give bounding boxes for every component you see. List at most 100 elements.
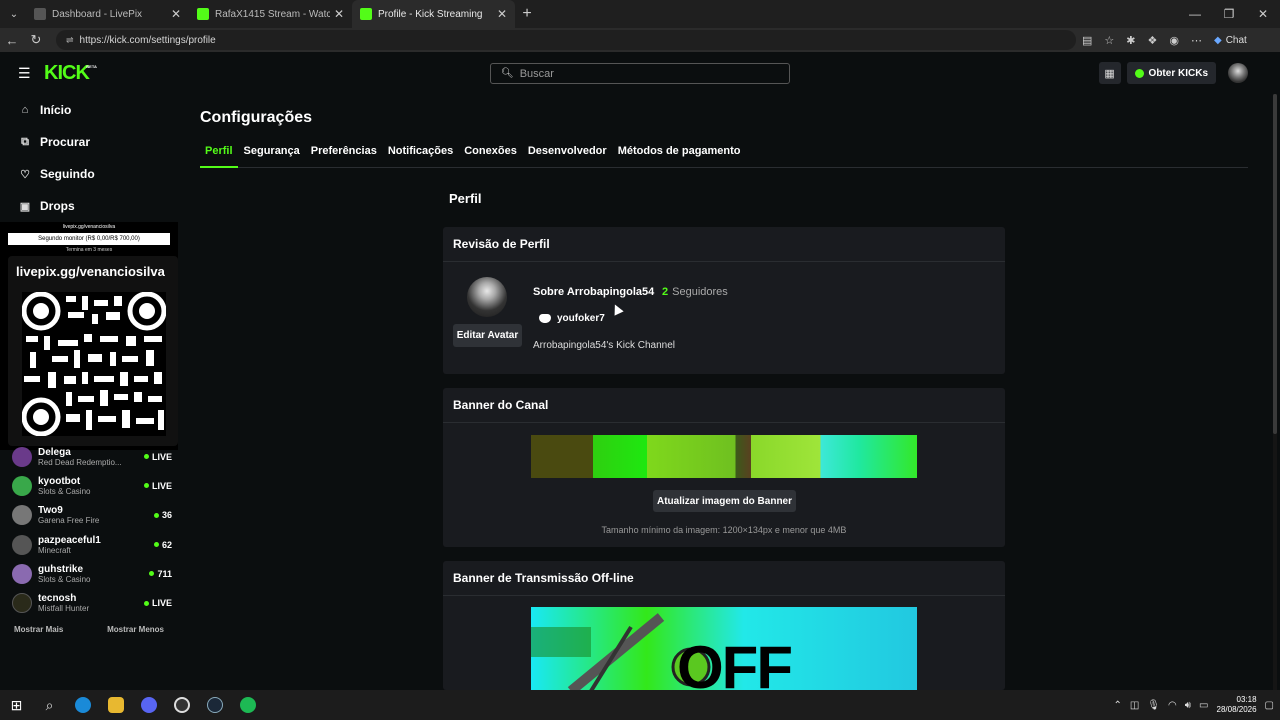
kicks-coin-icon bbox=[1134, 68, 1144, 78]
followers-count: 2 Seguidores bbox=[662, 286, 728, 298]
live-dot-icon bbox=[149, 571, 155, 577]
more-dots-icon[interactable]: ⋯ bbox=[1191, 34, 1202, 47]
kick-favicon-icon bbox=[197, 8, 209, 20]
edit-avatar-button[interactable]: Editar Avatar bbox=[453, 324, 522, 347]
back-arrow-icon[interactable]: ← bbox=[0, 33, 24, 48]
battery-icon[interactable]: ▭ bbox=[1199, 700, 1208, 711]
discord-app-icon[interactable] bbox=[132, 690, 165, 720]
notifications-icon[interactable]: ▢ bbox=[1265, 700, 1274, 711]
windows-start-icon[interactable]: ⊞ bbox=[0, 690, 33, 720]
tab-list-chevron-icon[interactable]: ⌄ bbox=[2, 3, 26, 25]
tab-security[interactable]: Segurança bbox=[239, 142, 305, 168]
clock-date: 28/08/2026 bbox=[1216, 705, 1257, 714]
close-window-icon[interactable]: ✕ bbox=[1246, 0, 1280, 28]
list-item[interactable]: tecnosh Mistfall Hunter LIVE bbox=[12, 588, 172, 617]
close-tab-icon[interactable]: ✕ bbox=[171, 7, 181, 21]
live-status: LIVE bbox=[143, 451, 172, 462]
live-status: LIVE bbox=[143, 598, 172, 608]
collections-icon[interactable]: ❖ bbox=[1148, 34, 1158, 47]
channel-avatar bbox=[12, 534, 32, 555]
show-less-link[interactable]: Mostrar Menos bbox=[107, 625, 164, 634]
maximize-icon[interactable]: ❐ bbox=[1212, 0, 1246, 28]
dashboard-icon[interactable]: ▦ bbox=[1098, 62, 1121, 84]
tray-chevron-icon[interactable]: ⌃ bbox=[1113, 700, 1121, 711]
file-explorer-icon[interactable] bbox=[99, 690, 132, 720]
edge-app-icon[interactable] bbox=[66, 690, 99, 720]
list-item[interactable]: guhstrike Slots & Casino 711 bbox=[12, 559, 172, 588]
browser-tab-livepix[interactable]: Dashboard - LivePix ✕ bbox=[26, 0, 189, 28]
minimize-icon[interactable]: — bbox=[1178, 0, 1212, 28]
windows-taskbar: ⊞ ⌕ ⌃ ◫ 🎙︎ ◠ 🔊︎ ▭ 03:18 28/08/2026 ▢ bbox=[0, 690, 1280, 720]
url-field[interactable]: ⇌ https://kick.com/settings/profile bbox=[56, 30, 1076, 50]
search-icon[interactable]: ⌕ bbox=[33, 690, 66, 720]
tab-connections[interactable]: Conexões bbox=[459, 142, 522, 168]
list-item[interactable]: Two9 Garena Free Fire 36 bbox=[12, 501, 172, 530]
get-kicks-button[interactable]: Obter KICKs bbox=[1126, 62, 1216, 84]
sidebar-item-browse[interactable]: ⧉ Procurar bbox=[0, 126, 178, 158]
section-title: Perfil bbox=[449, 191, 482, 206]
discord-link[interactable]: youfoker7 bbox=[539, 313, 605, 324]
channel-name: Two9 bbox=[38, 505, 63, 517]
list-item[interactable]: Delega Red Dead Redemptio... LIVE bbox=[12, 442, 172, 471]
extensions-icon[interactable]: ✱ bbox=[1126, 34, 1135, 47]
tab-title: Dashboard - LivePix bbox=[52, 8, 143, 20]
kick-logo[interactable]: KICK BETA bbox=[44, 62, 97, 85]
card-header: Banner do Canal bbox=[443, 388, 1005, 423]
hamburger-menu-icon[interactable]: ☰ bbox=[18, 65, 31, 82]
sidebar-item-label: Seguindo bbox=[40, 167, 95, 181]
viewer-count: 62 bbox=[153, 539, 172, 550]
new-tab-plus-icon[interactable]: + bbox=[515, 5, 539, 23]
spotify-app-icon[interactable] bbox=[231, 690, 264, 720]
channel-name: tecnosh bbox=[38, 593, 77, 605]
tab-preferences[interactable]: Preferências bbox=[306, 142, 382, 168]
reload-icon[interactable]: ↻ bbox=[24, 32, 48, 48]
list-item[interactable]: kyootbot Slots & Casino LIVE bbox=[12, 471, 172, 500]
favorite-star-icon[interactable]: ☆ bbox=[1104, 34, 1114, 47]
tab-payment-methods[interactable]: Métodos de pagamento bbox=[613, 142, 746, 168]
network-icon[interactable]: ◫ bbox=[1130, 700, 1139, 711]
followed-channels-list: Delega Red Dead Redemptio... LIVE kyootbo… bbox=[12, 442, 172, 618]
update-banner-button[interactable]: Atualizar imagem do Banner bbox=[653, 490, 796, 512]
taskbar-clock[interactable]: 03:18 28/08/2026 bbox=[1217, 695, 1257, 715]
offline-banner-text: OFF bbox=[677, 634, 793, 691]
copilot-chat-button[interactable]: ◆ Chat bbox=[1214, 35, 1247, 46]
sidebar-item-home[interactable]: ⌂ Início bbox=[0, 94, 178, 126]
close-tab-icon[interactable]: ✕ bbox=[497, 7, 507, 21]
browser-tab-rafax[interactable]: RafaX1415 Stream - Watch Live on Kick ✕ bbox=[189, 0, 352, 28]
sidebar-item-following[interactable]: ♡ Seguindo bbox=[0, 158, 178, 190]
channel-category: Mistfall Hunter bbox=[38, 604, 90, 614]
volume-icon[interactable]: 🔊︎ bbox=[1185, 700, 1191, 711]
wifi-icon[interactable]: ◠ bbox=[1168, 700, 1177, 711]
status-text: 62 bbox=[161, 539, 172, 550]
profile-avatar-icon[interactable]: ◉ bbox=[1169, 34, 1179, 47]
card-header: Revisão de Perfil bbox=[443, 227, 1005, 262]
browse-icon: ⧉ bbox=[21, 135, 29, 148]
scrollbar-thumb[interactable] bbox=[1273, 94, 1277, 434]
followers-number: 2 bbox=[662, 286, 669, 298]
kick-top-bar: ☰ KICK BETA 🔍︎ Buscar ▦ Obter KICKs bbox=[0, 52, 1270, 94]
viewer-count: 36 bbox=[153, 510, 172, 520]
steam-app-icon[interactable] bbox=[198, 690, 231, 720]
page-scrollbar[interactable] bbox=[1273, 94, 1277, 690]
system-tray: ⌃ ◫ 🎙︎ ◠ 🔊︎ ▭ 03:18 28/08/2026 ▢ bbox=[1113, 690, 1274, 720]
search-input[interactable]: 🔍︎ Buscar bbox=[490, 63, 790, 84]
show-more-link[interactable]: Mostrar Mais bbox=[14, 625, 63, 634]
tab-notifications[interactable]: Notificações bbox=[383, 142, 458, 168]
tab-profile[interactable]: Perfil bbox=[200, 142, 238, 168]
sidebar-item-drops[interactable]: ▣ Drops bbox=[0, 190, 178, 222]
user-avatar[interactable] bbox=[1228, 63, 1248, 83]
channel-banner-image bbox=[531, 435, 917, 478]
microphone-icon[interactable]: 🎙︎ bbox=[1147, 700, 1160, 711]
profile-bio: Arrobapingola54's Kick Channel bbox=[533, 340, 675, 351]
status-text: LIVE bbox=[151, 480, 172, 491]
close-tab-icon[interactable]: ✕ bbox=[334, 7, 344, 21]
reading-view-icon[interactable]: ▤ bbox=[1082, 34, 1092, 47]
channel-category: Garena Free Fire bbox=[38, 516, 100, 526]
profile-avatar bbox=[467, 277, 507, 317]
list-item[interactable]: pazpeaceful1 Minecraft 62 bbox=[12, 530, 172, 559]
tab-developer[interactable]: Desenvolvedor bbox=[523, 142, 612, 168]
browser-tab-profile[interactable]: Profile - Kick Streaming ✕ bbox=[352, 0, 515, 28]
site-info-icon[interactable]: ⇌ bbox=[66, 35, 74, 46]
status-text: LIVE bbox=[151, 451, 172, 462]
obs-app-icon[interactable] bbox=[165, 690, 198, 720]
